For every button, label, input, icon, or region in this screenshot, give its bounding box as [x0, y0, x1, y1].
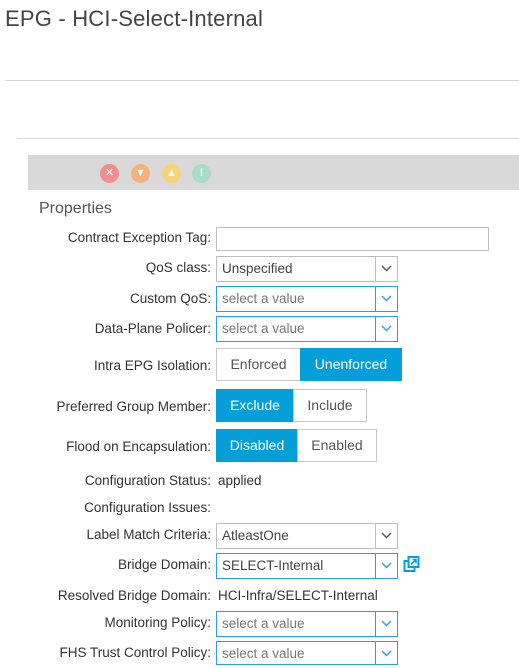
qos-class-select[interactable]: Unspecified [216, 256, 398, 282]
chevron-down-icon [381, 650, 392, 657]
contract-exception-tag-label: Contract Exception Tag: [67, 230, 211, 245]
monitoring-policy-dropdown-toggle[interactable] [375, 612, 397, 636]
header-divider [5, 80, 519, 81]
minor-fault-icon[interactable]: ▲ [162, 164, 181, 183]
configuration-issues-label: Configuration Issues: [84, 500, 211, 515]
qos-class-label: QoS class: [145, 260, 211, 275]
fhs-trust-control-policy-label: FHS Trust Control Policy: [59, 645, 211, 660]
bridge-domain-select[interactable]: SELECT-Internal [216, 553, 398, 579]
chevron-down-icon [381, 265, 392, 272]
resolved-bridge-domain-value: HCI-Infra/SELECT-Internal [218, 588, 378, 603]
flood-disabled-button[interactable]: Disabled [216, 429, 298, 462]
properties-section-title: Properties [39, 200, 112, 217]
label-match-criteria-value: AtleastOne [222, 528, 289, 543]
label-match-criteria-select[interactable]: AtleastOne [216, 523, 398, 549]
preferred-group-member-label: Preferred Group Member: [56, 399, 211, 414]
warning-fault-icon[interactable]: ! [192, 164, 211, 183]
flood-on-encapsulation-label: Flood on Encapsulation: [66, 439, 211, 454]
monitoring-policy-label: Monitoring Policy: [104, 615, 211, 630]
chevron-down-icon [381, 562, 392, 569]
contract-exception-tag-input[interactable] [216, 227, 489, 251]
resolved-bridge-domain-label: Resolved Bridge Domain: [57, 588, 211, 603]
panel-divider [17, 138, 519, 139]
bridge-domain-value: SELECT-Internal [222, 558, 324, 573]
bridge-domain-dropdown-toggle[interactable] [375, 554, 397, 578]
isolation-enforced-button[interactable]: Enforced [216, 348, 301, 381]
custom-qos-placeholder: select a value [222, 291, 305, 306]
isolation-unenforced-button[interactable]: Unenforced [300, 348, 402, 381]
data-plane-policer-select[interactable]: select a value [216, 316, 398, 342]
custom-qos-select[interactable]: select a value [216, 286, 398, 312]
configuration-status-label: Configuration Status: [84, 473, 211, 488]
fault-summary-bar: ✕ ▼ ▲ ! [28, 155, 519, 190]
fhs-trust-control-policy-placeholder: select a value [222, 646, 305, 661]
custom-qos-label: Custom QoS: [129, 291, 211, 306]
fhs-trust-control-policy-dropdown-toggle[interactable] [375, 642, 397, 664]
page-title: EPG - HCI-Select-Internal [5, 6, 264, 31]
intra-epg-isolation-label: Intra EPG Isolation: [93, 358, 211, 373]
critical-fault-icon[interactable]: ✕ [100, 164, 119, 183]
chevron-down-icon [381, 295, 392, 302]
label-match-criteria-dropdown-toggle[interactable] [375, 524, 397, 548]
configuration-status-value: applied [218, 473, 262, 488]
open-bridge-domain-icon[interactable] [403, 556, 420, 573]
flood-enabled-button[interactable]: Enabled [297, 429, 377, 462]
bridge-domain-label: Bridge Domain: [117, 557, 211, 572]
fhs-trust-control-policy-select[interactable]: select a value [216, 641, 398, 665]
data-plane-policer-placeholder: select a value [222, 321, 305, 336]
data-plane-policer-label: Data-Plane Policer: [94, 321, 211, 336]
custom-qos-dropdown-toggle[interactable] [375, 287, 397, 311]
data-plane-policer-dropdown-toggle[interactable] [375, 317, 397, 341]
monitoring-policy-select[interactable]: select a value [216, 611, 398, 637]
monitoring-policy-placeholder: select a value [222, 616, 305, 631]
preferred-group-exclude-button[interactable]: Exclude [216, 389, 294, 422]
chevron-down-icon [381, 325, 392, 332]
qos-class-value: Unspecified [222, 261, 293, 276]
chevron-down-icon [381, 620, 392, 627]
qos-class-dropdown-toggle[interactable] [375, 257, 397, 281]
preferred-group-include-button[interactable]: Include [293, 389, 367, 422]
label-match-criteria-label: Label Match Criteria: [86, 527, 211, 542]
chevron-down-icon [381, 532, 392, 539]
major-fault-icon[interactable]: ▼ [131, 164, 150, 183]
